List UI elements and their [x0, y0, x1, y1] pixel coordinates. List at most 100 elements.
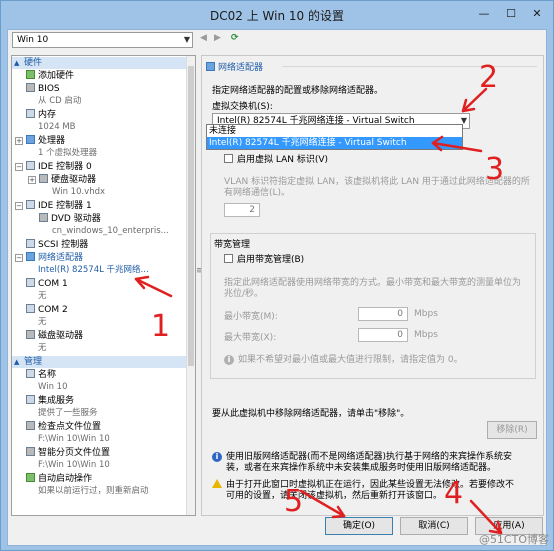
warning-icon: [212, 479, 222, 488]
floppy-icon: [26, 330, 35, 339]
tree-item-bios-detail: 从 CD 启动: [38, 96, 82, 106]
tree-item-scsi[interactable]: SCSI 控制器: [26, 239, 88, 251]
tree-item-hard-drive[interactable]: 硬盘驱动器: [39, 174, 96, 186]
expand-icon[interactable]: +: [28, 176, 36, 184]
collapse-icon: ▲: [14, 59, 20, 67]
vlan-checkbox[interactable]: 启用虚拟 LAN 标识(V): [224, 152, 328, 165]
min-bandwidth-label: 最小带宽(M):: [224, 312, 278, 322]
back-icon[interactable]: ◀: [200, 33, 207, 43]
settings-tree: ▲ 硬件 添加硬件 BIOS 从 CD 启动 内存 1024 MB + 处理器 …: [11, 55, 196, 516]
tree-item-smart-paging[interactable]: 智能分页文件位置: [26, 447, 110, 459]
bandwidth-checkbox[interactable]: 启用带宽管理(B): [224, 252, 304, 265]
tree-item-hard-drive-detail: Win 10.vhdx: [52, 187, 106, 197]
checkbox-icon: [224, 154, 233, 163]
minimize-button[interactable]: —: [471, 5, 497, 23]
tree-item-memory[interactable]: 内存: [26, 109, 56, 121]
tree-item-com1[interactable]: COM 1: [26, 278, 68, 290]
watermark: @51CTO博客: [478, 533, 549, 546]
close-button[interactable]: ✕: [524, 5, 550, 23]
tree-item-floppy[interactable]: 磁盘驱动器: [26, 330, 83, 342]
bios-icon: [26, 83, 35, 92]
tree-item-floppy-detail: 无: [38, 343, 47, 353]
tree-item-checkpoint-detail: F:\Win 10\Win 10: [38, 434, 110, 444]
tree-item-bios[interactable]: BIOS: [26, 83, 60, 95]
tree-item-ide0[interactable]: IDE 控制器 0: [26, 161, 92, 173]
vlan-desc-line2: 有网络通信(L)。: [224, 188, 291, 198]
checkpoint-icon: [26, 421, 35, 430]
scrollbar-thumb[interactable]: [188, 66, 194, 366]
tree-item-name-detail: Win 10: [38, 382, 68, 392]
min-bandwidth-input[interactable]: 0: [358, 307, 408, 321]
vm-select[interactable]: Win 10 ▼: [12, 32, 193, 48]
remove-description: 要从此虚拟机中移除网络适配器，请单击"移除"。: [212, 409, 410, 419]
title-bar: DC02 上 Win 10 的设置 — ☐ ✕: [1, 1, 553, 29]
bandwidth-desc-line2: 兆位/秒。: [224, 289, 264, 299]
ok-button[interactable]: 确定(O): [325, 517, 393, 535]
checkbox-icon: [224, 254, 233, 263]
add-hardware-icon: [26, 70, 35, 79]
auto-start-icon: [26, 473, 35, 482]
collapse-icon[interactable]: −: [15, 254, 23, 262]
tree-section-management[interactable]: ▲ 管理: [12, 356, 186, 368]
cancel-button[interactable]: 取消(C): [400, 517, 468, 535]
tree-scrollbar[interactable]: [186, 56, 195, 515]
collapse-icon: ▲: [14, 358, 20, 366]
tree-section-hardware[interactable]: ▲ 硬件: [12, 57, 186, 69]
section-title: 网络适配器: [206, 60, 263, 73]
vm-select-value: Win 10: [17, 35, 49, 45]
scsi-controller-icon: [26, 239, 35, 248]
vswitch-dropdown-list: 未连接 Intel(R) 82574L 千兆网络连接 - Virtual Swi…: [206, 124, 463, 150]
tree-item-dvd[interactable]: DVD 驱动器: [39, 213, 101, 225]
tree-item-name[interactable]: 名称: [26, 369, 56, 381]
tree-item-checkpoint-location[interactable]: 检查点文件位置: [26, 421, 101, 433]
divider: [282, 66, 537, 67]
vswitch-option-unconnected[interactable]: 未连接: [207, 125, 462, 137]
collapse-icon[interactable]: −: [15, 202, 23, 210]
tree-item-network-adapter[interactable]: 网络适配器: [26, 252, 186, 264]
tree-item-processor-detail: 1 个虚拟处理器: [38, 148, 98, 158]
name-icon: [26, 369, 35, 378]
tree-item-com2[interactable]: COM 2: [26, 304, 68, 316]
tree-item-memory-detail: 1024 MB: [38, 122, 76, 132]
warning-line2: 可用的设置，请关闭该虚拟机，然后重新打开该窗口。: [226, 491, 443, 501]
tree-item-paging-detail: F:\Win 10\Win 10: [38, 460, 110, 470]
hard-drive-icon: [39, 174, 48, 183]
tree-item-auto-start[interactable]: 自动启动操作: [26, 473, 92, 485]
vswitch-option-virtual-switch[interactable]: Intel(R) 82574L 千兆网络连接 - Virtual Switch: [207, 137, 462, 149]
vlan-id-input[interactable]: 2: [224, 203, 260, 217]
com-port-icon: [26, 278, 35, 287]
tree-item-network-adapter-detail[interactable]: Intel(R) 82574L 千兆网络...: [38, 264, 186, 276]
memory-icon: [26, 109, 35, 118]
tree-item-integration-services[interactable]: 集成服务: [26, 395, 74, 407]
com-port-icon: [26, 304, 35, 313]
maximize-button[interactable]: ☐: [498, 5, 524, 23]
tree-item-ide1[interactable]: IDE 控制器 1: [26, 200, 92, 212]
bandwidth-info: i 如果不希望对最小值或最大值进行限制，请指定值为 0。: [224, 352, 463, 365]
info-icon: i: [212, 452, 222, 462]
bandwidth-title: 带宽管理: [214, 240, 251, 250]
max-bandwidth-input[interactable]: 0: [358, 328, 408, 342]
forward-icon[interactable]: ▶: [214, 33, 221, 43]
tree-item-integration-detail: 提供了一些服务: [38, 408, 98, 418]
paging-file-icon: [26, 447, 35, 456]
max-bandwidth-label: 最大带宽(X):: [224, 333, 277, 343]
tree-item-auto-start-detail: 如果以前运行过，则重新启动: [38, 486, 149, 496]
tree-item-com1-detail: 无: [38, 291, 47, 301]
bandwidth-desc-line1: 指定此网络适配器使用网络带宽的方式。最小带宽和最大带宽的测量单位为: [224, 278, 522, 288]
refresh-icon[interactable]: ⟳: [231, 33, 239, 43]
processor-icon: [26, 135, 35, 144]
network-adapter-icon: [26, 252, 35, 261]
info-icon: i: [224, 355, 234, 365]
collapse-icon[interactable]: −: [15, 163, 23, 171]
legacy-info-line2: 装，或者在来宾操作系统中未安装集成服务时使用旧版网络适配器。: [226, 463, 497, 473]
vswitch-label: 虚拟交换机(S):: [212, 102, 273, 112]
tree-item-processor[interactable]: 处理器: [26, 135, 65, 147]
tree-item-add-hardware[interactable]: 添加硬件: [26, 70, 74, 82]
dialog-body: Win 10 ▼ ◀ ▶ ⟳ ▲ 硬件 添加硬件 BIOS 从 CD 启动 内存…: [7, 29, 547, 546]
integration-services-icon: [26, 395, 35, 404]
expand-icon[interactable]: +: [15, 137, 23, 145]
dvd-icon: [39, 213, 48, 222]
network-adapter-icon: [206, 62, 215, 71]
remove-button[interactable]: 移除(R): [487, 421, 537, 439]
ide-controller-icon: [26, 200, 35, 209]
